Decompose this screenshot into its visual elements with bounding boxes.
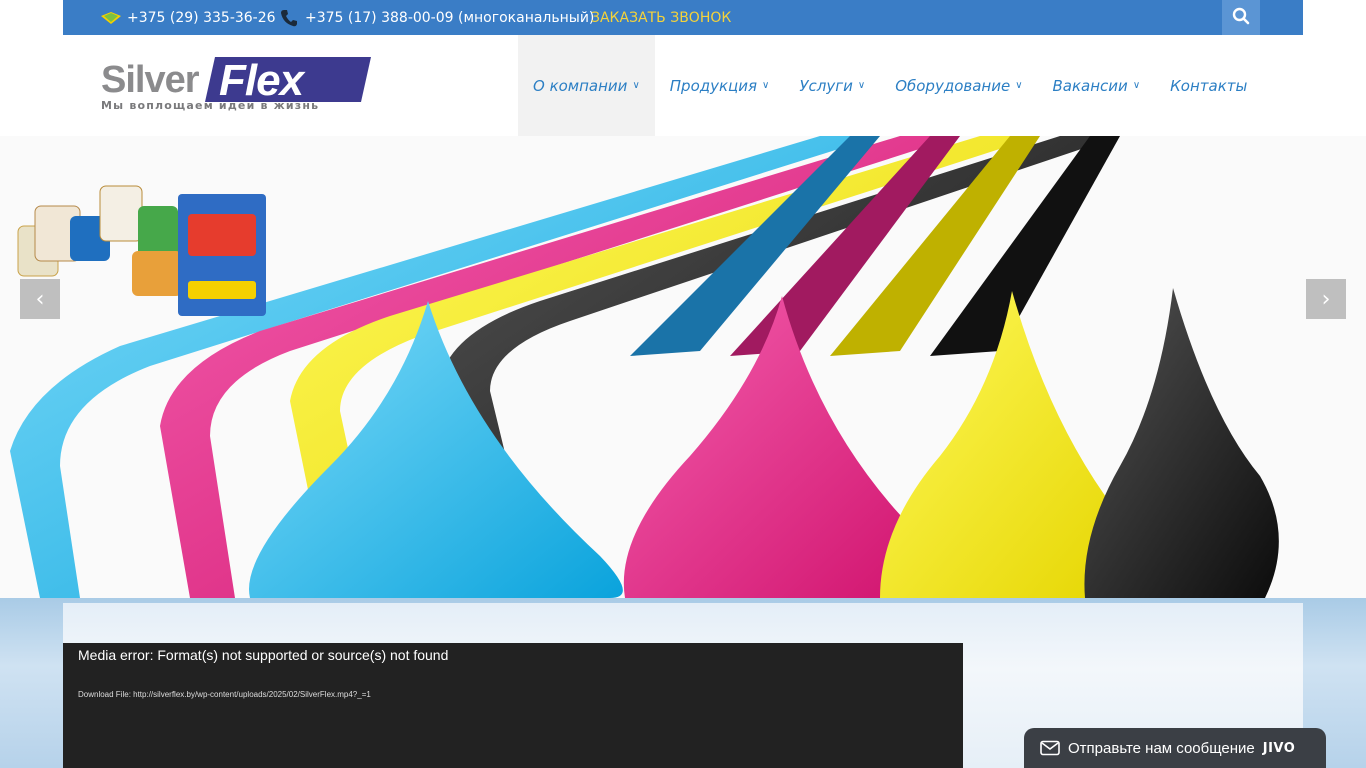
- chevron-down-icon: ∨: [762, 80, 770, 91]
- nav-item-label: Оборудование: [895, 76, 1011, 95]
- nav-item-label: Продукция: [669, 76, 758, 95]
- velcom-icon: [101, 11, 121, 24]
- nav-item-label: О компании: [533, 76, 628, 95]
- chevron-down-icon: ∨: [857, 80, 866, 91]
- phone-icon: [279, 8, 299, 28]
- chevron-right-icon: ›: [1321, 286, 1331, 312]
- chat-label: Отправьте нам сообщение: [1068, 739, 1255, 757]
- callback-link[interactable]: ЗАКАЗАТЬ ЗВОНОК: [591, 0, 731, 35]
- chevron-down-icon: ∨: [1015, 80, 1023, 91]
- envelope-icon: [1040, 740, 1060, 756]
- search-button[interactable]: [1222, 0, 1260, 35]
- nav-item-services[interactable]: Услуги ∨: [784, 35, 880, 136]
- nav-item-equipment[interactable]: Оборудование ∨: [880, 35, 1037, 136]
- top-bar: +375 (29) 335-36-26 +375 (17) 388-00-09 …: [63, 0, 1303, 35]
- chevron-down-icon: ∨: [632, 80, 640, 91]
- velcom-phone[interactable]: +375 (29) 335-36-26: [101, 0, 276, 35]
- main-nav: О компании ∨ Продукция ∨ Услуги ∨ Оборуд…: [518, 35, 1262, 136]
- site-logo[interactable]: Silver Flex Мы воплощаем идеи в жизнь: [101, 56, 376, 117]
- slider-prev-button[interactable]: ‹: [20, 279, 60, 319]
- slider-next-button[interactable]: ›: [1306, 279, 1346, 319]
- media-error-message: Media error: Format(s) not supported or …: [78, 647, 449, 663]
- jivo-logo: JIVO: [1262, 740, 1296, 756]
- velcom-phone-number: +375 (29) 335-36-26: [127, 9, 276, 26]
- hero-slider[interactable]: ‹ ›: [0, 136, 1366, 598]
- logo-slogan: Мы воплощаем идеи в жизнь: [101, 99, 320, 112]
- nav-item-label: Вакансии: [1052, 76, 1128, 95]
- logo-silver-text: Silver: [101, 59, 200, 101]
- nav-item-contacts[interactable]: Контакты: [1155, 35, 1262, 136]
- city-phone-number: +375 (17) 388-00-09 (многоканальный): [305, 9, 595, 26]
- search-icon: [1232, 7, 1250, 29]
- nav-item-products[interactable]: Продукция ∨: [655, 35, 785, 136]
- download-file-link[interactable]: Download File: http://silverflex.by/wp-c…: [78, 690, 371, 699]
- city-phone[interactable]: +375 (17) 388-00-09 (многоканальный): [279, 0, 594, 35]
- jivo-chat-widget[interactable]: Отправьте нам сообщение JIVO: [1024, 728, 1326, 768]
- chevron-left-icon: ‹: [35, 286, 45, 312]
- chevron-down-icon: ∨: [1132, 80, 1141, 91]
- nav-item-vacancies[interactable]: Вакансии ∨: [1038, 35, 1156, 136]
- nav-item-label: Услуги: [799, 76, 853, 95]
- site-header: Silver Flex Мы воплощаем идеи в жизнь О …: [63, 35, 1303, 136]
- nav-item-label: Контакты: [1170, 76, 1248, 95]
- slider-image-cmyk-drops: [10, 136, 1279, 598]
- nav-item-about[interactable]: О компании ∨: [518, 35, 655, 136]
- video-player[interactable]: Media error: Format(s) not supported or …: [63, 643, 963, 768]
